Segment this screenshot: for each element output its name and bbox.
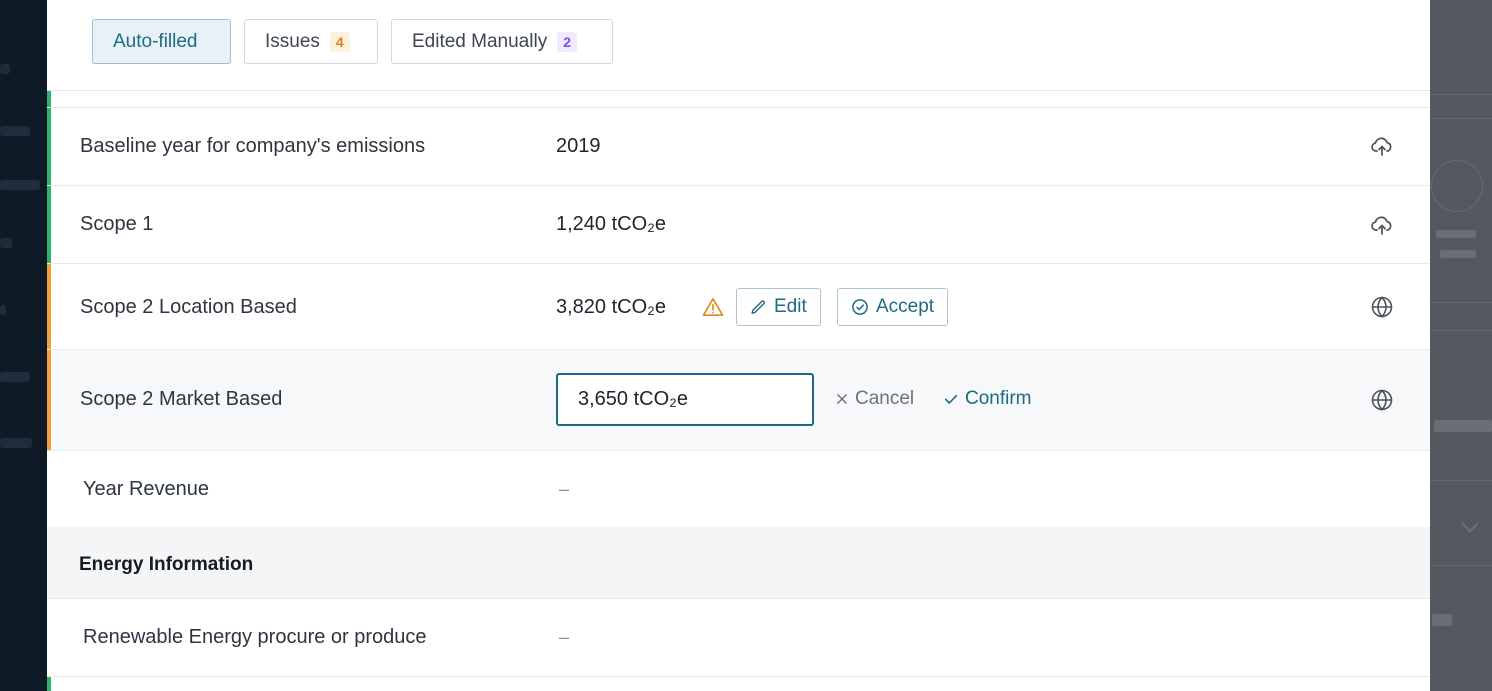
- globe-icon: [1371, 389, 1393, 411]
- previous-row: [47, 91, 1430, 108]
- cloud-upload-icon: [1371, 137, 1392, 156]
- scope-2-market-input[interactable]: 3,650 tCO₂e: [556, 373, 814, 426]
- pencil-icon: [751, 299, 765, 314]
- check-circle-icon: [852, 299, 868, 315]
- status-bar-green: [47, 677, 51, 691]
- close-icon: [837, 394, 847, 404]
- field-value-empty: –: [559, 627, 570, 647]
- tab-issues[interactable]: Issues 4: [244, 19, 378, 64]
- background-sidebar: [0, 0, 47, 691]
- warning-icon: [702, 298, 724, 316]
- row-scope-2-market: Scope 2 Market Based 3,650 tCO₂e Cancel …: [47, 350, 1430, 451]
- confirm-button[interactable]: Confirm: [943, 388, 1032, 410]
- tab-edited-manually[interactable]: Edited Manually 2: [391, 19, 613, 64]
- cancel-button[interactable]: Cancel: [835, 388, 914, 410]
- row-year-revenue: Year Revenue –: [47, 451, 1430, 527]
- accept-button[interactable]: Accept: [837, 288, 949, 326]
- field-label: Year Revenue: [83, 478, 210, 500]
- row-scope-2-location: Scope 2 Location Based 3,820 tCO₂e Edit …: [47, 264, 1430, 350]
- input-value: 3,650 tCO₂e: [578, 388, 689, 410]
- status-bar-green: [47, 186, 51, 263]
- edited-count-badge: 2: [557, 31, 577, 52]
- issues-count-badge: 4: [329, 31, 350, 52]
- cancel-button-label: Cancel: [855, 388, 915, 409]
- field-value: 1,240 tCO₂e: [556, 213, 667, 235]
- status-bar-orange: [47, 350, 51, 450]
- field-label: Scope 2 Location Based: [80, 296, 297, 318]
- edit-button[interactable]: Edit: [736, 288, 821, 326]
- tab-label: Auto-filled: [113, 30, 198, 52]
- section-header-energy: Energy Information: [47, 527, 1430, 599]
- field-label: Scope 2 Market Based: [80, 388, 283, 410]
- check-icon: [944, 394, 958, 404]
- row-renewable-energy: Renewable Energy procure or produce –: [47, 599, 1430, 677]
- edit-button-label: Edit: [774, 296, 807, 317]
- field-label: Scope 1: [80, 213, 154, 235]
- tab-auto-filled[interactable]: Auto-filled: [92, 19, 231, 64]
- background-panel: [1430, 0, 1492, 691]
- status-bar-green: [47, 91, 51, 107]
- data-review-modal: Auto-filled Issues 4 Edited Manually 2 B…: [47, 0, 1430, 691]
- tab-label: Issues: [265, 30, 320, 52]
- field-value: 2019: [556, 135, 601, 157]
- next-row: [47, 677, 1430, 691]
- field-label: Baseline year for company's emissions: [80, 135, 426, 157]
- status-bar-orange: [47, 264, 51, 349]
- globe-icon: [1371, 296, 1393, 318]
- accept-button-label: Accept: [876, 296, 935, 317]
- row-scope-1: Scope 1 1,240 tCO₂e: [47, 186, 1430, 264]
- section-title: Energy Information: [79, 554, 254, 575]
- confirm-button-label: Confirm: [965, 388, 1032, 409]
- row-baseline-year: Baseline year for company's emissions 20…: [47, 108, 1430, 186]
- field-value-empty: –: [559, 479, 570, 499]
- tab-label: Edited Manually: [412, 30, 548, 52]
- status-bar-green: [47, 108, 51, 185]
- filter-tabs: Auto-filled Issues 4 Edited Manually 2: [47, 0, 1430, 91]
- field-label: Renewable Energy procure or produce: [83, 626, 427, 648]
- field-value: 3,820 tCO₂e: [556, 296, 667, 318]
- cloud-upload-icon: [1371, 216, 1392, 235]
